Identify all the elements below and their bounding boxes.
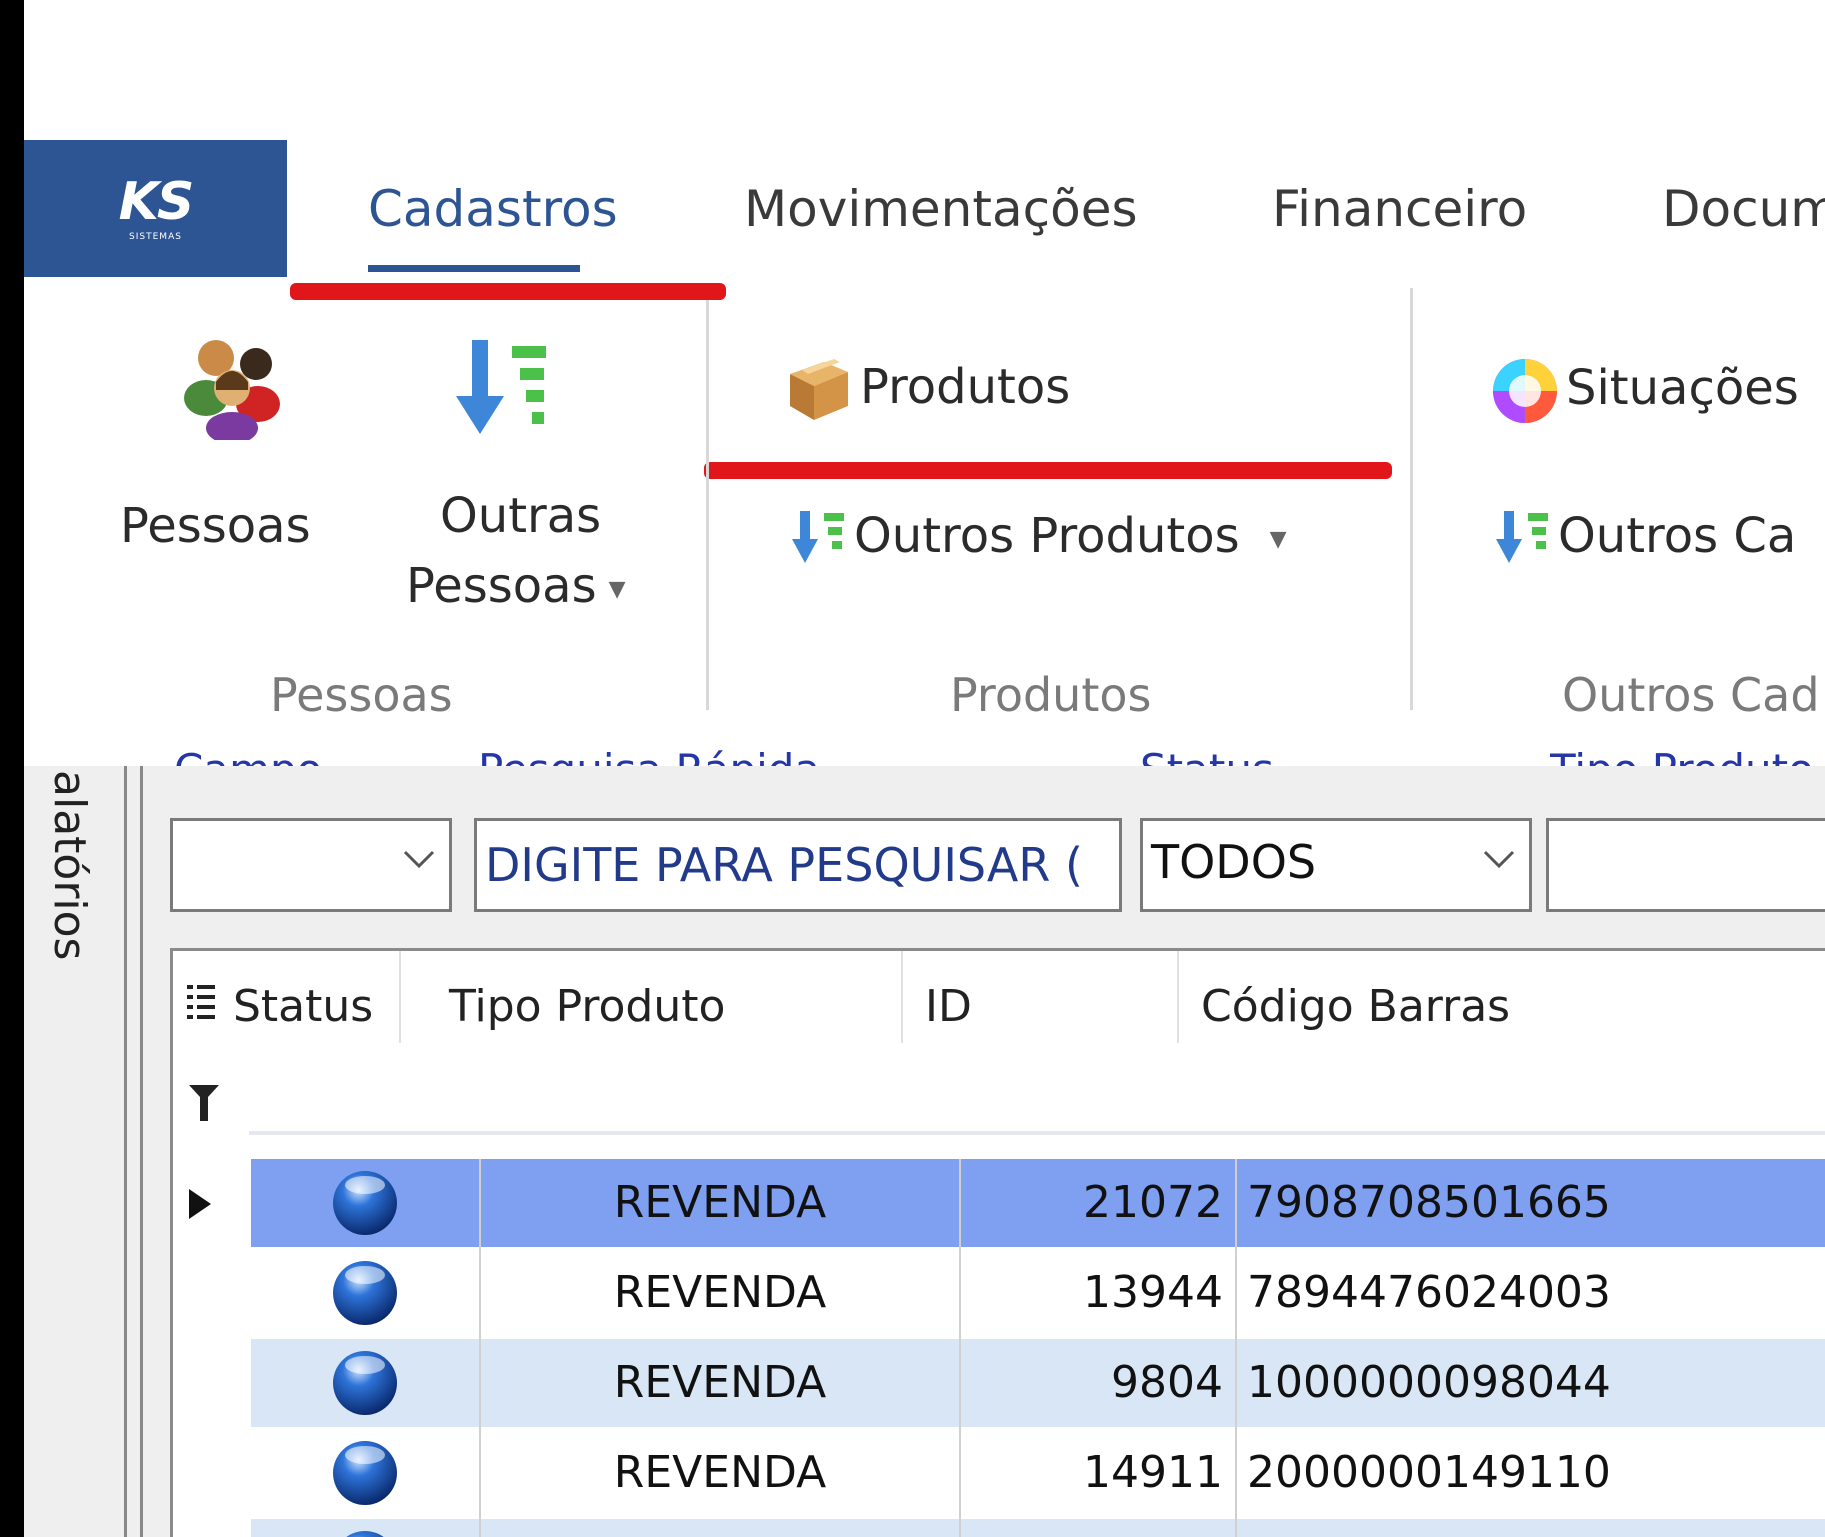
pessoas-label: Pessoas bbox=[120, 498, 311, 554]
app-window: KS SISTEMAS Cadastros Movimentações Fina… bbox=[24, 0, 1825, 1537]
status-cell bbox=[251, 1339, 479, 1427]
table-row[interactable]: REVENDA 21072 7908708501665 bbox=[189, 1159, 1825, 1247]
outros-cadastros-label: Outros Ca bbox=[1558, 508, 1797, 564]
ribbon-separator bbox=[1410, 288, 1413, 710]
filter-row-divider bbox=[249, 1131, 1825, 1135]
people-icon bbox=[184, 340, 280, 440]
sort-down-icon bbox=[1496, 511, 1548, 563]
outras-pessoas-button[interactable]: Outras Pessoas ▼ bbox=[374, 340, 654, 630]
table-row[interactable]: REVENDA 13944 7894476024003 bbox=[251, 1249, 1825, 1337]
id-cell: 13944 bbox=[961, 1249, 1235, 1337]
column-header-codigo-barras[interactable]: Código Barras bbox=[1201, 981, 1510, 1032]
id-cell: 21072 bbox=[961, 1159, 1235, 1247]
tipo-produto-cell: REVENDA bbox=[481, 1249, 959, 1337]
dropdown-caret-icon: ▼ bbox=[608, 576, 626, 602]
grid-column-line bbox=[959, 1159, 961, 1537]
tab-financeiro[interactable]: Financeiro bbox=[1272, 180, 1527, 238]
status-globe-icon bbox=[333, 1171, 397, 1235]
campo-label: Campo bbox=[174, 740, 322, 766]
column-header-status[interactable]: Status bbox=[233, 981, 373, 1032]
row-fill bbox=[481, 1519, 1825, 1537]
filter-icon[interactable] bbox=[189, 1085, 219, 1121]
id-cell: 14911 bbox=[961, 1429, 1235, 1517]
tab-movimentacoes[interactable]: Movimentações bbox=[744, 180, 1138, 238]
color-wheel-icon bbox=[1493, 359, 1557, 423]
box-icon bbox=[790, 359, 848, 420]
status-cell bbox=[251, 1159, 479, 1247]
table-row[interactable]: REVENDA 9804 1000000098044 bbox=[251, 1339, 1825, 1427]
group-label-produtos: Produtos bbox=[950, 668, 1152, 722]
status-label: Status bbox=[1140, 740, 1274, 766]
grid-column-line bbox=[479, 1159, 481, 1537]
outras-pessoas-label-line2: Pessoas ▼ bbox=[406, 558, 626, 614]
grid-column-line bbox=[1235, 1159, 1237, 1537]
active-tab-underline bbox=[368, 265, 580, 272]
pesquisa-rapida-placeholder: DIGITE PARA PESQUISAR ( bbox=[485, 838, 1083, 892]
status-cell bbox=[251, 1429, 479, 1517]
status-globe-icon bbox=[333, 1351, 397, 1415]
id-cell: 9804 bbox=[961, 1339, 1235, 1427]
tipo-produto-label: Tipo Produto bbox=[1550, 740, 1814, 766]
group-label-outros-cadastros: Outros Cad bbox=[1562, 668, 1820, 722]
codigo-barras-cell: 2000000149110 bbox=[1237, 1429, 1825, 1517]
pesquisa-rapida-input[interactable]: DIGITE PARA PESQUISAR ( bbox=[474, 818, 1122, 912]
produtos-label: Produtos bbox=[860, 359, 1071, 415]
status-globe-icon bbox=[346, 1531, 384, 1537]
status-select[interactable]: TODOS bbox=[1140, 818, 1532, 912]
status-globe-icon bbox=[333, 1261, 397, 1325]
column-header-id[interactable]: ID bbox=[925, 981, 972, 1032]
chevron-down-icon bbox=[1483, 850, 1515, 869]
tab-cadastros[interactable]: Cadastros bbox=[368, 180, 618, 238]
dropdown-caret-icon: ▼ bbox=[1269, 526, 1287, 552]
tipo-produto-select[interactable] bbox=[1546, 818, 1825, 912]
status-select-value: TODOS bbox=[1151, 835, 1317, 889]
codigo-barras-cell: 7908708501665 bbox=[1237, 1159, 1825, 1247]
outros-produtos-button[interactable]: Outros Produtos ▼ bbox=[792, 508, 1287, 567]
row-indicator-icon bbox=[189, 1189, 211, 1219]
outras-pessoas-label-line1: Outras bbox=[440, 488, 602, 544]
codigo-barras-cell: 1000000098044 bbox=[1237, 1339, 1825, 1427]
produtos-button[interactable]: Produtos bbox=[782, 356, 1070, 424]
tipo-produto-cell: REVENDA bbox=[481, 1159, 959, 1247]
situacoes-label: Situações bbox=[1566, 360, 1799, 416]
chevron-down-icon bbox=[403, 850, 435, 869]
column-separator bbox=[399, 951, 401, 1043]
column-chooser-icon[interactable] bbox=[187, 983, 217, 1023]
column-separator bbox=[901, 951, 903, 1043]
pesquisa-rapida-label: Pesquisa Rápida bbox=[478, 740, 820, 766]
red-underline-cadastros bbox=[290, 283, 726, 300]
logo-text: KS bbox=[118, 171, 195, 232]
pessoas-button[interactable]: Pessoas bbox=[110, 330, 336, 560]
sort-down-icon bbox=[456, 340, 546, 434]
products-grid[interactable]: Status Tipo Produto ID Código Barras REV… bbox=[170, 948, 1825, 1537]
ribbon-separator bbox=[706, 300, 709, 710]
status-cell bbox=[251, 1249, 479, 1337]
column-separator bbox=[1177, 951, 1179, 1043]
tipo-produto-cell: REVENDA bbox=[481, 1429, 959, 1517]
side-tab-relatorios[interactable]: alatórios bbox=[44, 770, 95, 960]
status-globe-icon bbox=[333, 1441, 397, 1505]
column-header-tipo-produto[interactable]: Tipo Produto bbox=[449, 981, 725, 1032]
red-underline-produtos bbox=[704, 462, 1392, 479]
logo-subtext: SISTEMAS bbox=[129, 231, 182, 242]
panel-divider bbox=[140, 766, 143, 1537]
group-label-pessoas: Pessoas bbox=[270, 668, 453, 722]
tab-documentos[interactable]: Docum bbox=[1662, 180, 1825, 238]
tipo-produto-cell: REVENDA bbox=[481, 1339, 959, 1427]
table-row[interactable]: REVENDA 14911 2000000149110 bbox=[251, 1429, 1825, 1517]
ks-logo[interactable]: KS SISTEMAS bbox=[24, 140, 287, 277]
campo-select[interactable] bbox=[170, 818, 452, 912]
sort-down-icon bbox=[792, 511, 844, 563]
situacoes-button[interactable]: Situações bbox=[1490, 356, 1799, 426]
status-cell bbox=[251, 1519, 479, 1537]
outros-produtos-label: Outros Produtos bbox=[854, 508, 1240, 564]
table-row[interactable] bbox=[251, 1519, 1825, 1537]
panel-divider bbox=[124, 766, 127, 1537]
outros-cadastros-button[interactable]: Outros Ca bbox=[1496, 508, 1796, 567]
codigo-barras-cell: 7894476024003 bbox=[1237, 1249, 1825, 1337]
